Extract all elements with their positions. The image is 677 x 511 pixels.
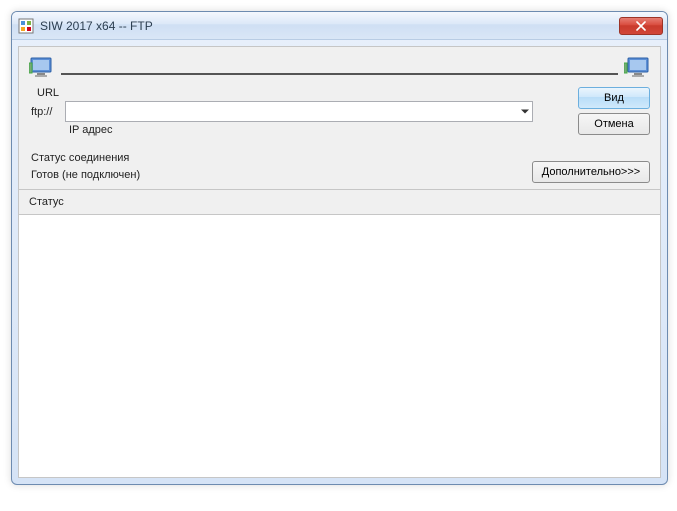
progress-line [61,73,618,75]
view-button[interactable]: Вид [578,87,650,109]
cancel-button[interactable]: Отмена [578,113,650,135]
url-label: URL [37,87,568,99]
window-title: SIW 2017 x64 -- FTP [40,19,619,33]
connection-status-label: Статус соединения [31,150,532,167]
protocol-label: ftp:// [29,106,59,118]
local-computer-icon [29,55,55,81]
more-button[interactable]: Дополнительно>>> [532,161,650,183]
close-icon [636,21,646,31]
close-button[interactable] [619,17,663,35]
transfer-visual [29,55,650,81]
remote-computer-icon [624,55,650,81]
url-input[interactable] [65,101,533,122]
client-area: URL ftp:// IP адрес Вид Отмена [18,46,661,478]
ftp-dialog-window: SIW 2017 x64 -- FTP [11,11,668,485]
titlebar[interactable]: SIW 2017 x64 -- FTP [12,12,667,40]
app-icon [18,18,34,34]
connection-status-value: Готов (не подключен) [31,167,532,184]
status-section: Статус [19,189,660,477]
ip-address-label: IP адрес [69,124,568,136]
status-output [19,214,660,477]
upper-section: URL ftp:// IP адрес Вид Отмена [19,47,660,189]
status-header: Статус [19,190,660,214]
